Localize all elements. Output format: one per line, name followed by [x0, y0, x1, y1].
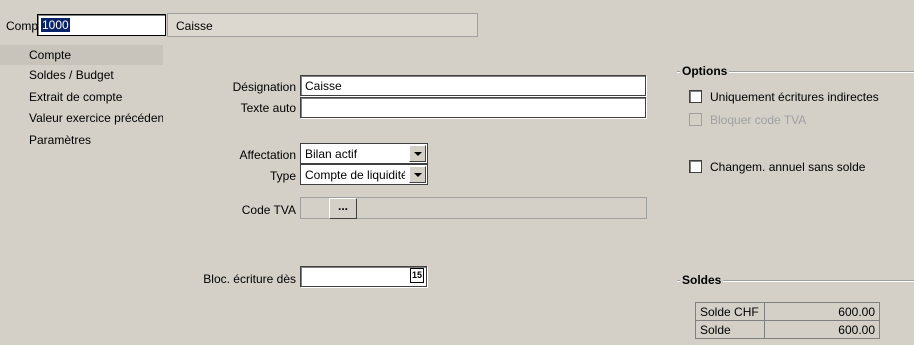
account-number-input[interactable]: 1000 [37, 14, 166, 36]
nav-item-parametres[interactable]: Paramètres [0, 130, 163, 150]
affectation-label: Affectation [239, 148, 296, 162]
uniquement-ecritures-label: Uniquement écritures indirectes [710, 90, 879, 104]
type-select[interactable]: Compte de liquidités [300, 164, 428, 185]
table-row: Solde 600.00 [695, 320, 880, 339]
solde-value-cell: 600.00 [764, 302, 880, 321]
solde-value-cell: 600.00 [764, 320, 880, 339]
texte-auto-input[interactable] [300, 97, 646, 118]
type-label: Type [269, 169, 296, 183]
bloquer-code-tva-label: Bloquer code TVA [710, 113, 807, 127]
bloc-ecriture-date-overlay: 15 [300, 266, 427, 287]
bloc-ecriture-label: Bloc. écriture dès [203, 272, 296, 286]
options-group-title: Options [680, 64, 730, 78]
code-tva-label: Code TVA [241, 203, 296, 217]
chevron-down-icon[interactable] [409, 145, 426, 162]
account-name-display: Caisse [167, 13, 478, 37]
nav-item-soldes-budget[interactable]: Soldes / Budget [0, 65, 163, 85]
nav-item-valeur-exercice[interactable]: Valeur exercice précédent [0, 108, 163, 128]
uniquement-ecritures-checkbox[interactable] [689, 90, 702, 103]
ellipsis-icon: ... [337, 199, 348, 213]
nav-item-compte[interactable]: Compte [0, 45, 163, 65]
soldes-table: Solde CHF 600.00 Solde 600.00 [695, 302, 880, 339]
chevron-down-icon[interactable] [409, 166, 426, 183]
type-value: Compte de liquidités [305, 168, 405, 182]
bloquer-code-tva-checkbox [689, 113, 702, 126]
solde-name-cell: Solde [695, 320, 765, 339]
designation-label: Désignation [232, 80, 296, 94]
account-number-value: 1000 [41, 18, 70, 32]
changem-annuel-label: Changem. annuel sans solde [710, 160, 866, 174]
changem-annuel-checkbox[interactable] [689, 160, 702, 173]
affectation-select[interactable]: Bilan actif [300, 143, 428, 164]
designation-input[interactable]: Caisse [300, 75, 646, 96]
nav-item-extrait-de-compte[interactable]: Extrait de compte [0, 87, 163, 107]
texte-auto-label: Texte auto [240, 101, 296, 115]
sidebar-nav: Compte Soldes / Budget Extrait de compte… [0, 45, 163, 345]
soldes-group-title: Soldes [680, 273, 724, 287]
code-tva-browse-button[interactable]: ... [329, 198, 357, 219]
affectation-value: Bilan actif [305, 147, 358, 161]
solde-name-cell: Solde CHF [695, 302, 765, 321]
table-row: Solde CHF 600.00 [695, 302, 880, 321]
calendar-icon[interactable]: 15 [410, 268, 424, 283]
